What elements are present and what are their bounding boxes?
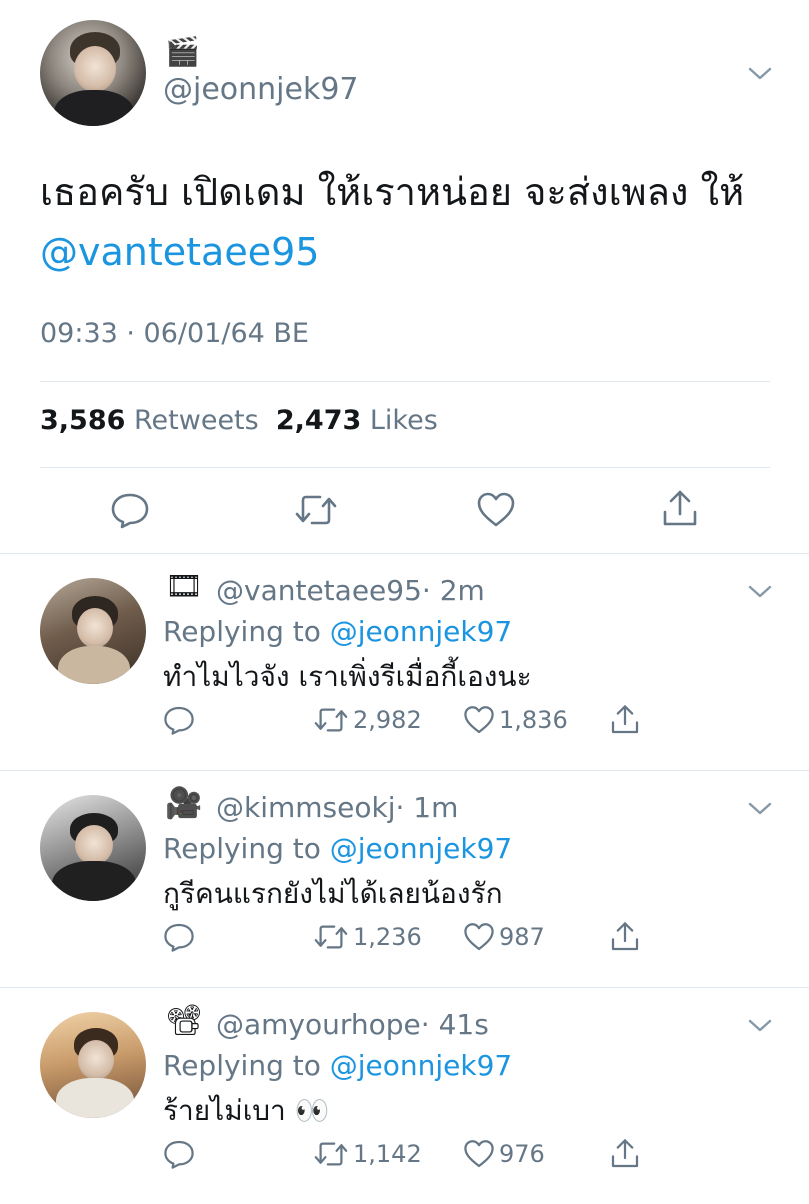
like-icon[interactable]	[476, 490, 516, 530]
replying-prefix: Replying to	[163, 615, 321, 648]
author-handle[interactable]: @jeonnjek97	[163, 72, 359, 107]
like-icon[interactable]	[463, 921, 495, 953]
reply-text: ร้ายไม่เบา 👀	[163, 1094, 330, 1127]
avatar[interactable]	[40, 795, 146, 901]
reply-icon[interactable]	[163, 704, 195, 736]
movie-camera-icon: 🎥	[165, 786, 203, 821]
tweet-stats: 3,586 Retweets 2,473 Likes	[40, 405, 438, 436]
retweet-icon[interactable]	[313, 1138, 349, 1170]
divider	[40, 381, 770, 382]
share-icon[interactable]	[609, 703, 641, 737]
clapperboard-icon: 🎬	[165, 35, 200, 68]
retweet-count: 1,236	[353, 923, 422, 951]
reply-header: @vantetaee95· 2m	[216, 574, 485, 607]
reply-header: @amyourhope· 41s	[216, 1008, 489, 1041]
retweet-icon[interactable]	[313, 704, 349, 736]
reply-button[interactable]	[163, 700, 195, 740]
retweet-icon[interactable]	[313, 921, 349, 953]
main-tweet: 🎬 @jeonnjek97 เธอครับ เปิดเดม ให้เราหน่อ…	[0, 0, 809, 553]
like-count: 1,836	[499, 706, 568, 734]
likes-count[interactable]: 2,473	[276, 405, 361, 436]
reply-handle[interactable]: @vantetaee95	[216, 574, 422, 607]
share-icon[interactable]	[660, 488, 700, 530]
share-icon[interactable]	[609, 920, 641, 954]
replying-to: Replying to @jeonnjek97	[163, 1049, 512, 1082]
tweet-text: เธอครับ เปิดเดม ให้เราหน่อย จะส่งเพลง ให…	[40, 162, 780, 282]
reply-header: @kimmseokj· 1m	[216, 791, 458, 824]
mention-link[interactable]: @vantetaee95	[40, 230, 319, 274]
reply-handle[interactable]: @kimmseokj	[216, 791, 395, 824]
replying-prefix: Replying to	[163, 832, 321, 865]
share-button[interactable]	[609, 700, 641, 740]
like-icon[interactable]	[463, 704, 495, 736]
chevron-down-icon[interactable]	[747, 1018, 773, 1034]
reply-icon[interactable]	[163, 1138, 195, 1170]
reply-actions: 1,142 976	[163, 1134, 763, 1174]
reply-time[interactable]: · 2m	[422, 574, 485, 607]
like-count: 987	[499, 923, 545, 951]
reply-icon[interactable]	[163, 921, 195, 953]
reply-tweet[interactable]: 🎞 @vantetaee95· 2m Replying to @jeonnjek…	[0, 554, 809, 770]
replying-prefix: Replying to	[163, 1049, 321, 1082]
reply-button[interactable]	[163, 1134, 195, 1174]
retweet-button[interactable]: 2,982	[313, 700, 422, 740]
replying-to: Replying to @jeonnjek97	[163, 615, 512, 648]
chevron-down-icon[interactable]	[747, 584, 773, 600]
reply-icon[interactable]	[110, 490, 150, 530]
reply-actions: 2,982 1,836	[163, 700, 763, 740]
avatar[interactable]	[40, 1012, 146, 1118]
replying-to-link[interactable]: @jeonnjek97	[330, 1049, 512, 1082]
like-button[interactable]: 976	[463, 1134, 545, 1174]
replying-to-link[interactable]: @jeonnjek97	[330, 832, 512, 865]
like-button[interactable]: 1,836	[463, 700, 568, 740]
avatar[interactable]	[40, 20, 146, 126]
likes-label[interactable]: Likes	[370, 405, 438, 436]
retweet-count: 2,982	[353, 706, 422, 734]
retweet-button[interactable]: 1,142	[313, 1134, 422, 1174]
avatar[interactable]	[40, 578, 146, 684]
share-button[interactable]	[609, 1134, 641, 1174]
share-icon[interactable]	[609, 1137, 641, 1171]
tweet-body: เธอครับ เปิดเดม ให้เราหน่อย จะส่งเพลง ให…	[40, 170, 745, 214]
like-button[interactable]: 987	[463, 917, 545, 957]
reply-button[interactable]	[163, 917, 195, 957]
share-button[interactable]	[609, 917, 641, 957]
retweets-label[interactable]: Retweets	[134, 405, 259, 436]
reply-actions: 1,236 987	[163, 917, 763, 957]
retweet-icon[interactable]	[294, 490, 338, 530]
reply-time[interactable]: · 1m	[395, 791, 458, 824]
reply-handle[interactable]: @amyourhope	[216, 1008, 421, 1041]
reply-tweet[interactable]: 📽 @amyourhope· 41s Replying to @jeonnjek…	[0, 988, 809, 1204]
like-count: 976	[499, 1140, 545, 1168]
like-icon[interactable]	[463, 1138, 495, 1170]
tweet-timestamp[interactable]: 09:33 · 06/01/64 BE	[40, 318, 309, 349]
chevron-down-icon[interactable]	[747, 801, 773, 817]
reply-time[interactable]: · 41s	[421, 1008, 489, 1041]
reply-text: ทำไมไวจัง เราเพิ่งรีเมื่อกี้เองนะ	[163, 660, 532, 693]
divider	[40, 467, 770, 468]
reply-text: กูรีคนแรกยังไม่ได้เลยน้องรัก	[163, 877, 503, 910]
film-projector-icon: 📽	[165, 1003, 204, 1038]
retweet-button[interactable]: 1,236	[313, 917, 422, 957]
retweet-count: 1,142	[353, 1140, 422, 1168]
film-frames-icon: 🎞	[165, 569, 204, 604]
replying-to-link[interactable]: @jeonnjek97	[330, 615, 512, 648]
replying-to: Replying to @jeonnjek97	[163, 832, 512, 865]
chevron-down-icon[interactable]	[747, 66, 773, 82]
retweets-count[interactable]: 3,586	[40, 405, 125, 436]
reply-tweet[interactable]: 🎥 @kimmseokj· 1m Replying to @jeonnjek97…	[0, 771, 809, 987]
